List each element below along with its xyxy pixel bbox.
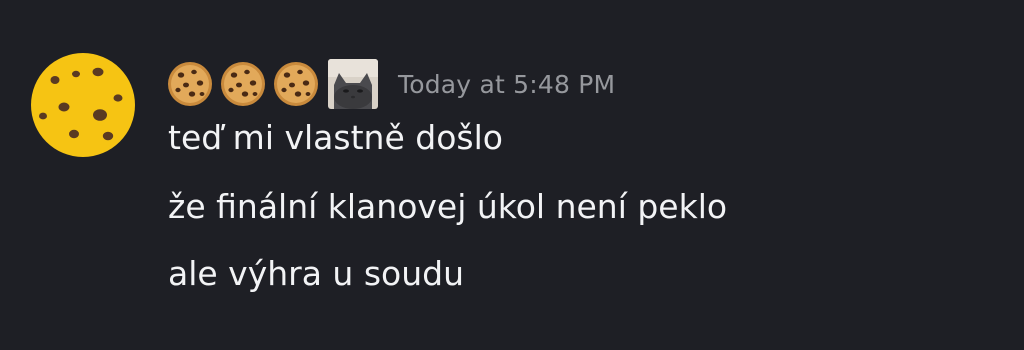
username[interactable] <box>166 59 378 109</box>
timestamp[interactable]: Today at 5:48 PM <box>398 70 615 99</box>
cookie-icon <box>168 62 212 106</box>
cookie-icon <box>31 53 135 157</box>
avatar[interactable] <box>30 52 136 158</box>
chat-message: Today at 5:48 PM teď mi vlastně došlo že… <box>0 0 1024 350</box>
cookie-icon <box>221 62 265 106</box>
message-line: ale výhra u soudu <box>168 254 465 293</box>
message-line: že finální klanovej úkol není peklo <box>168 187 728 226</box>
message-line: teď mi vlastně došlo <box>168 118 503 157</box>
message-header: Today at 5:48 PM <box>166 56 615 112</box>
cookie-icon <box>274 62 318 106</box>
cat-emoji-icon <box>328 59 378 109</box>
